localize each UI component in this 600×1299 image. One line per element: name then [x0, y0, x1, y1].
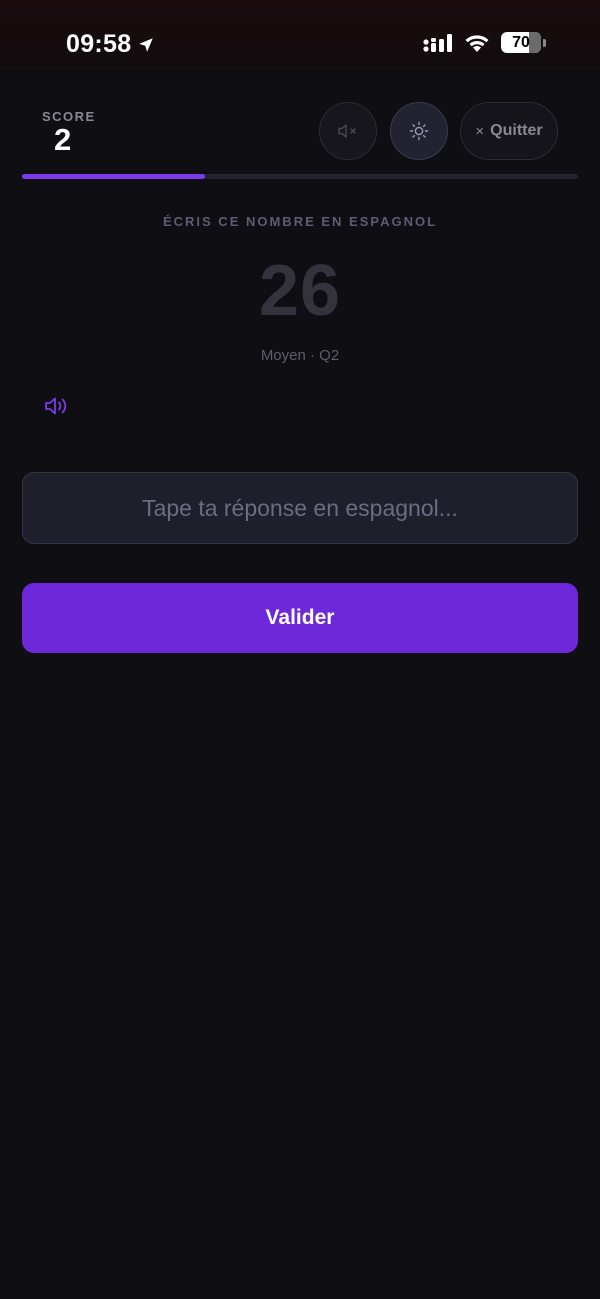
- question-meta: Moyen · Q2: [260, 347, 340, 364]
- score-value: 2: [54, 122, 72, 157]
- speaker-muted-icon: [338, 124, 356, 138]
- status-time-text: 09:58: [66, 30, 132, 58]
- progress-fill: [22, 174, 206, 179]
- question-number: 26: [258, 251, 342, 331]
- location-arrow-icon: [139, 37, 154, 52]
- cellular-signal-icon: [423, 33, 452, 52]
- wifi-icon: [465, 34, 489, 52]
- question-prompt: ÉCRIS CE NOMBRE EN ESPAGNOL: [162, 214, 438, 229]
- submit-button[interactable]: Valider: [22, 583, 578, 653]
- close-icon: ×: [475, 122, 485, 140]
- battery-cap: [543, 38, 546, 47]
- status-time: 09:58: [66, 30, 155, 59]
- play-audio-button[interactable]: [44, 395, 70, 417]
- speaker-icon: [45, 397, 67, 415]
- status-indicators: 70: [423, 32, 546, 53]
- battery-level: 70: [512, 33, 530, 51]
- progress-bar: [22, 174, 578, 179]
- status-bar: 09:58 70: [0, 0, 600, 84]
- quit-label: Quitter: [490, 122, 543, 139]
- quit-button[interactable]: × Quitter: [460, 102, 558, 160]
- sun-icon: [409, 121, 429, 141]
- battery-indicator: 70: [501, 32, 541, 53]
- answer-input[interactable]: [22, 472, 578, 544]
- mute-button[interactable]: [319, 102, 377, 160]
- theme-toggle-button[interactable]: [390, 102, 448, 160]
